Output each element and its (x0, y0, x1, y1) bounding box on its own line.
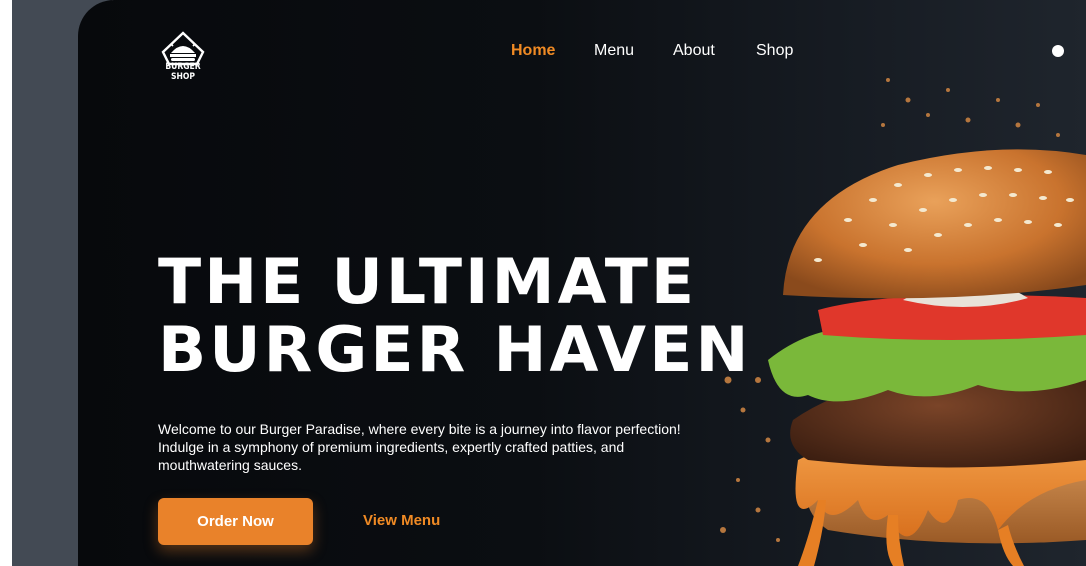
nav-menu[interactable]: Menu (594, 42, 634, 60)
headline-line-1: THE ULTIMATE (158, 245, 698, 318)
burger-image (720, 78, 1086, 566)
hero-headline: THE ULTIMATE BURGER HAVEN (158, 248, 751, 384)
brand-name: BURGER SHOP (165, 62, 201, 82)
nav-about[interactable]: About (673, 42, 715, 60)
nav-home[interactable]: Home (511, 42, 555, 60)
search-icon[interactable] (1052, 45, 1064, 57)
view-menu-link[interactable]: View Menu (363, 512, 440, 529)
headline-line-2: BURGER HAVEN (158, 313, 752, 386)
hero-description: Welcome to our Burger Paradise, where ev… (158, 421, 681, 473)
order-now-button[interactable]: Order Now (158, 498, 313, 545)
nav-shop[interactable]: Shop (756, 42, 793, 60)
hero-section: BURGER SHOP Home Menu About Shop THE ULT… (78, 0, 1086, 566)
